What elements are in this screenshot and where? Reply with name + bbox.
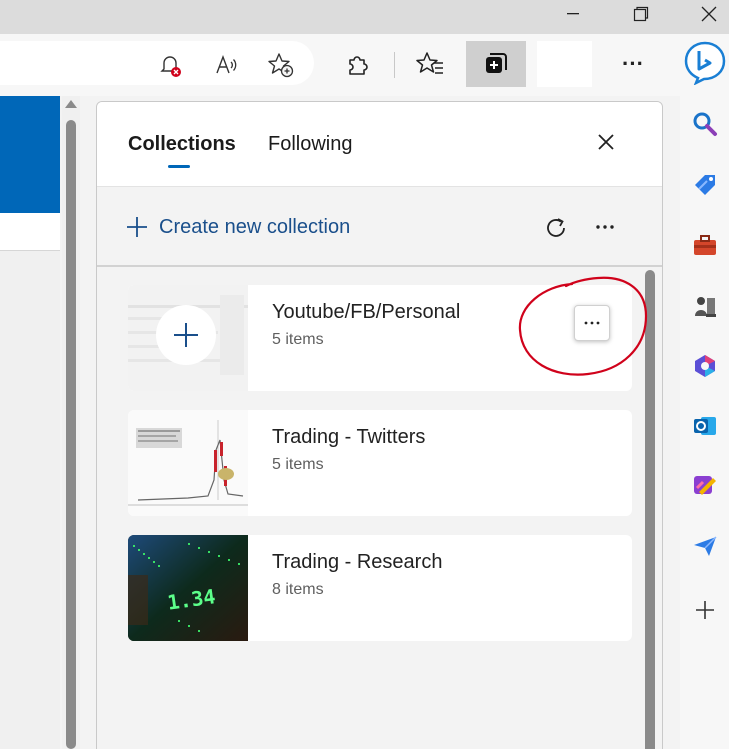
games-button[interactable]: [689, 290, 721, 322]
minimize-button[interactable]: [550, 0, 596, 28]
close-panel-button[interactable]: [591, 127, 621, 157]
create-new-collection-button[interactable]: Create new collection: [125, 215, 350, 239]
restore-icon: [633, 6, 649, 22]
create-new-collection-label: Create new collection: [159, 215, 351, 238]
collection-thumbnail: [128, 410, 248, 516]
outlook-icon: [694, 417, 716, 435]
browser-toolbar: ···: [0, 34, 729, 96]
shopping-tag-icon: [695, 175, 715, 195]
create-row: Create new collection: [97, 187, 662, 267]
read-aloud-button[interactable]: [208, 47, 244, 83]
shopping-button[interactable]: [689, 169, 721, 201]
collection-title: Youtube/FB/Personal: [272, 301, 461, 323]
drop-button[interactable]: [689, 530, 721, 562]
page-banner: [0, 96, 60, 213]
add-icon: [696, 601, 714, 619]
collection-item-count: 5 items: [272, 331, 324, 348]
copilot-button[interactable]: [681, 38, 729, 86]
more-icon: ···: [622, 51, 644, 76]
settings-more-button[interactable]: ···: [615, 46, 651, 82]
designer-button[interactable]: [689, 470, 721, 502]
page-scrollbar[interactable]: [62, 96, 80, 749]
close-window-button[interactable]: [686, 0, 729, 28]
tracking-prevention-button[interactable]: [152, 47, 188, 83]
edge-sidebar: [680, 34, 729, 749]
toolbar-separator: [394, 52, 395, 78]
restore-button[interactable]: [618, 0, 664, 28]
collections-icon: [486, 53, 507, 73]
favorites-button[interactable]: [413, 46, 449, 82]
plus-icon: [127, 217, 147, 237]
collection-item-count: 8 items: [272, 581, 324, 598]
collection-thumbnail: 1.34: [128, 535, 248, 641]
search-icon: [693, 112, 717, 136]
active-tab-indicator: [168, 165, 190, 168]
refresh-button[interactable]: [543, 215, 569, 246]
office-icon: [695, 355, 715, 377]
tracking-prevention-icon: [160, 56, 181, 77]
toolbox-icon: [694, 235, 716, 255]
panel-more-button[interactable]: [593, 215, 617, 244]
close-icon: [701, 6, 717, 22]
profile-button[interactable]: [537, 41, 592, 87]
collections-button[interactable]: [466, 41, 526, 87]
outlook-button[interactable]: [689, 410, 721, 442]
tab-following[interactable]: Following: [268, 133, 352, 156]
collections-panel: Collections Following Create new collect…: [96, 101, 663, 749]
collection-item-count: 5 items: [272, 456, 324, 473]
send-icon: [694, 536, 717, 556]
office-button[interactable]: [689, 350, 721, 382]
read-aloud-icon: [216, 55, 237, 74]
favorites-icon: [416, 52, 443, 74]
scrollbar-thumb[interactable]: [66, 120, 76, 749]
collection-thumbnail: [128, 285, 248, 391]
extensions-icon: [349, 56, 368, 75]
collection-title: Trading - Twitters: [272, 426, 426, 448]
page-strip: [0, 213, 60, 251]
more-icon: [596, 225, 614, 229]
search-button[interactable]: [689, 108, 721, 140]
add-favorite-icon: [268, 53, 294, 78]
close-icon: [598, 134, 614, 150]
refresh-icon: [547, 218, 565, 237]
bing-chat-icon: [684, 41, 726, 85]
collection-card[interactable]: Trading - Twitters 5 items: [128, 410, 632, 516]
collection-card[interactable]: 1.34 Trading - Research 8 items: [128, 535, 632, 641]
games-icon: [695, 297, 716, 317]
minimize-icon: [567, 13, 579, 15]
annotation-circle: [518, 276, 648, 376]
panel-header: Collections Following: [97, 102, 662, 187]
add-sidebar-app-button[interactable]: [689, 594, 721, 626]
add-favorite-button[interactable]: [263, 47, 299, 83]
extensions-button[interactable]: [340, 46, 376, 82]
tools-button[interactable]: [689, 229, 721, 261]
title-bar: [0, 0, 729, 34]
scroll-up-arrow-icon[interactable]: [65, 100, 77, 108]
collection-title: Trading - Research: [272, 551, 443, 573]
designer-icon: [694, 476, 716, 495]
tab-collections[interactable]: Collections: [128, 133, 236, 156]
